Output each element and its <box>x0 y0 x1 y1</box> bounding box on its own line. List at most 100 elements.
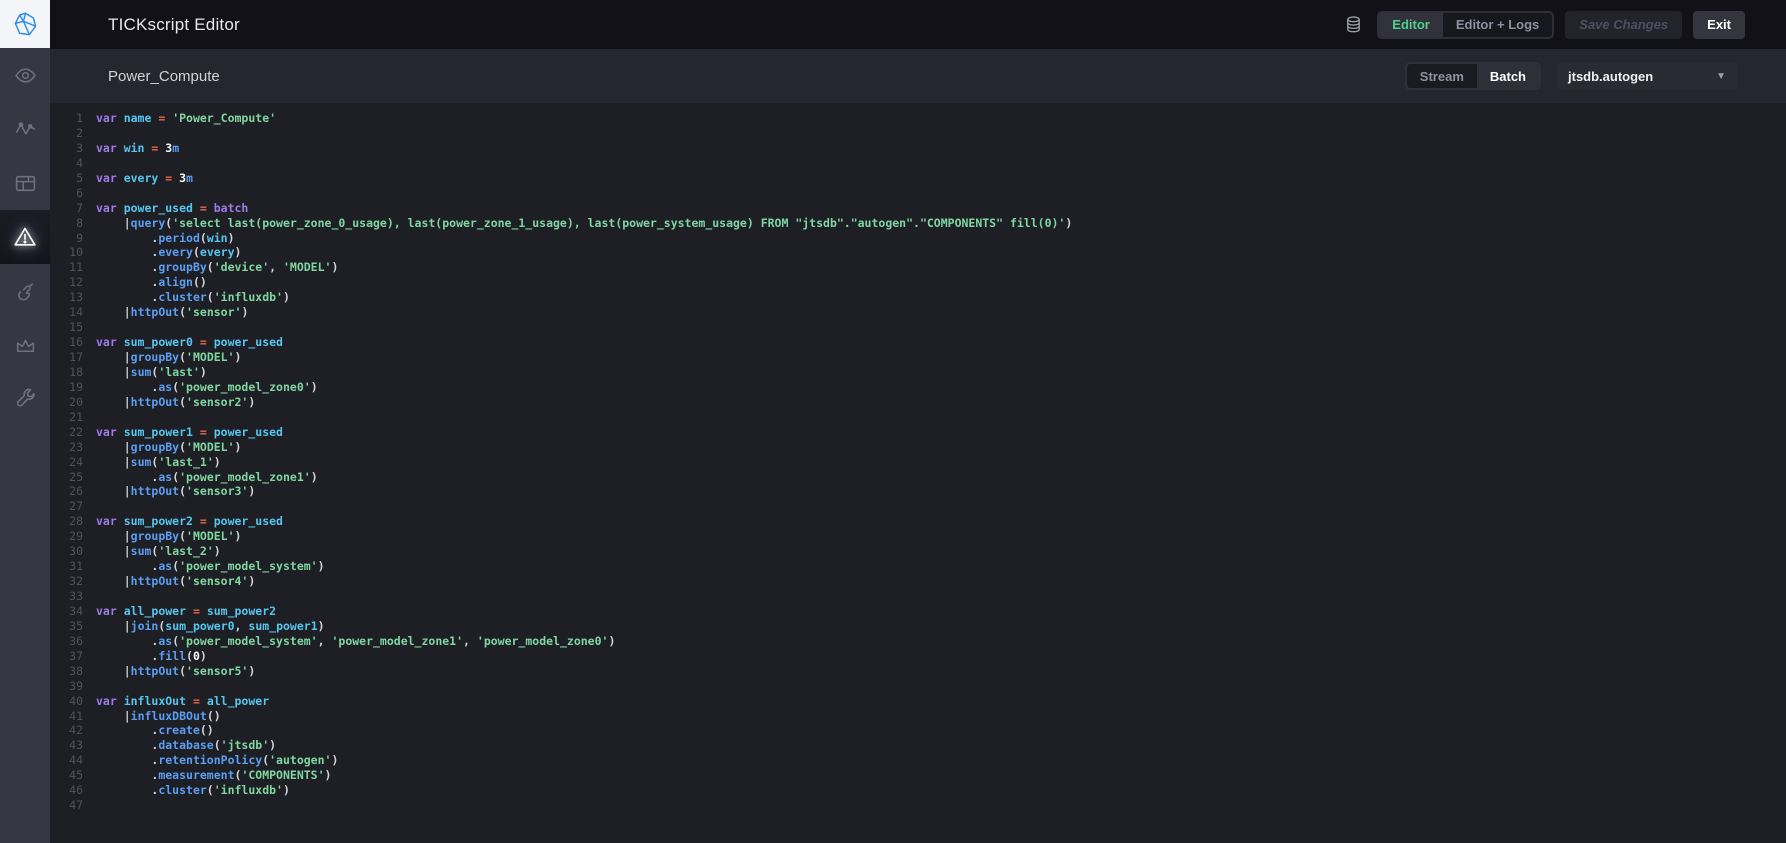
line-number: 25 <box>69 469 83 484</box>
code-line-text: .period(win) <box>151 230 235 245</box>
line-number: 3 <box>76 140 83 155</box>
sidebar-item-dashboards[interactable] <box>0 156 50 210</box>
code-line-text: var win = 3m <box>96 140 180 155</box>
code-line: 35 |join(sum_power0, sum_power1) <box>50 619 1786 634</box>
line-number: 2 <box>76 125 83 140</box>
code-line-text: .as('power_model_zone0') <box>151 379 318 394</box>
mode-toggle: Stream Batch <box>1404 62 1541 90</box>
code-line-text: var sum_power0 = power_used <box>96 335 283 350</box>
code-line: 46 .cluster('influxdb') <box>50 783 1786 798</box>
crown-icon <box>14 334 37 357</box>
line-number: 17 <box>69 350 83 364</box>
code-line-text: .fill(0) <box>151 648 207 663</box>
tab-editor-logs[interactable]: Editor + Logs <box>1443 13 1552 37</box>
tab-batch[interactable]: Batch <box>1476 64 1539 88</box>
line-number: 46 <box>69 783 83 798</box>
line-number: 21 <box>69 409 83 424</box>
sidebar-item-status[interactable] <box>0 48 50 102</box>
code-line: 32 |httpOut('sensor4') <box>50 574 1786 589</box>
sidebar-item-data-explorer[interactable] <box>0 102 50 156</box>
pulse-graph-icon <box>14 118 37 141</box>
view-toggle: Editor Editor + Logs <box>1377 10 1555 39</box>
code-line-text: |influxDBOut() <box>123 708 221 723</box>
line-number: 13 <box>69 290 83 305</box>
line-number: 45 <box>69 768 83 783</box>
code-line-text: var sum_power1 = power_used <box>96 424 283 439</box>
code-line: 13 .cluster('influxdb') <box>50 290 1786 305</box>
code-line: 21 <box>50 410 1786 425</box>
sidebar-item-alerting[interactable] <box>0 210 50 264</box>
code-line-text: |httpOut('sensor3') <box>123 484 256 499</box>
line-number: 6 <box>76 185 83 200</box>
code-line-text: .every(every) <box>151 245 242 260</box>
code-line: 29 |groupBy('MODEL') <box>50 529 1786 544</box>
save-changes-button[interactable]: Save Changes <box>1565 10 1683 39</box>
code-area[interactable]: 1 var name = 'Power_Compute' 2 3 var win = 3… <box>50 103 1786 843</box>
code-line-text: .align() <box>151 275 207 290</box>
sidebar-item-admin[interactable] <box>0 318 50 372</box>
line-number: 4 <box>76 155 83 170</box>
database-icon[interactable] <box>1344 15 1363 34</box>
code-line: 5 var every = 3m <box>50 171 1786 186</box>
code-line-text: var power_used = batch <box>96 200 249 215</box>
code-line: 11 .groupBy('device', 'MODEL') <box>50 260 1786 275</box>
code-line: 9 .period(win) <box>50 231 1786 246</box>
code-line: 22 var sum_power1 = power_used <box>50 425 1786 440</box>
code-line-text: var sum_power2 = power_used <box>96 514 283 529</box>
line-number: 16 <box>69 335 83 350</box>
code-line: 38 |httpOut('sensor5') <box>50 664 1786 679</box>
alert-triangle-icon <box>13 225 37 249</box>
tab-stream[interactable]: Stream <box>1407 64 1477 88</box>
code-line-text: .cluster('influxdb') <box>151 290 290 305</box>
line-number: 42 <box>69 723 83 738</box>
code-line-text: |sum('last') <box>123 364 207 379</box>
sidebar-item-integrations[interactable] <box>0 264 50 318</box>
chronograf-logo-icon[interactable] <box>0 0 50 48</box>
code-line-text: |httpOut('sensor2') <box>123 394 256 409</box>
code-line-text: |groupBy('MODEL') <box>123 350 242 364</box>
code-line: 25 .as('power_model_zone1') <box>50 470 1786 485</box>
line-number: 11 <box>69 260 83 275</box>
code-line: 23 |groupBy('MODEL') <box>50 440 1786 455</box>
code-line: 19 .as('power_model_zone0') <box>50 380 1786 395</box>
line-number: 34 <box>69 603 83 618</box>
code-line-text: |httpOut('sensor5') <box>123 663 256 678</box>
code-line: 24 |sum('last_1') <box>50 455 1786 470</box>
code-line: 6 <box>50 186 1786 201</box>
line-number: 23 <box>69 439 83 454</box>
code-line: 31 .as('power_model_system') <box>50 559 1786 574</box>
code-line: 20 |httpOut('sensor2') <box>50 395 1786 410</box>
code-line: 43 .database('jtsdb') <box>50 738 1786 753</box>
code-line: 45 .measurement('COMPONENTS') <box>50 768 1786 783</box>
code-line-text: var name = 'Power_Compute' <box>96 111 277 125</box>
hand-gesture-icon <box>14 280 37 303</box>
line-number: 1 <box>76 111 83 125</box>
line-number: 8 <box>76 215 83 230</box>
line-number: 20 <box>69 394 83 409</box>
script-controls: Stream Batch jtsdb.autogen ▼ <box>1404 62 1737 90</box>
sidebar-nav <box>0 48 50 426</box>
code-line-text: .groupBy('device', 'MODEL') <box>151 260 339 275</box>
exit-button[interactable]: Exit <box>1693 10 1745 39</box>
code-line-text: .cluster('influxdb') <box>151 783 290 798</box>
dashboard-grid-icon <box>14 172 37 195</box>
script-name[interactable]: Power_Compute <box>108 68 220 85</box>
code-line: 2 <box>50 126 1786 141</box>
code-line: 36 .as('power_model_system', 'power_mode… <box>50 634 1786 649</box>
line-number: 27 <box>69 499 83 514</box>
code-line: 34 var all_power = sum_power2 <box>50 604 1786 619</box>
database-dropdown[interactable]: jtsdb.autogen ▼ <box>1557 62 1737 90</box>
line-number: 38 <box>69 663 83 678</box>
tab-editor[interactable]: Editor <box>1379 12 1443 37</box>
top-header: TICKscript Editor Editor Editor + Logs S… <box>50 0 1786 49</box>
line-number: 12 <box>69 275 83 290</box>
code-line-text: |groupBy('MODEL') <box>123 529 242 544</box>
code-line: 28 var sum_power2 = power_used <box>50 514 1786 529</box>
code-line: 15 <box>50 320 1786 335</box>
code-line-text: |httpOut('sensor4') <box>123 574 256 589</box>
line-number: 39 <box>69 678 83 693</box>
sidebar-item-configuration[interactable] <box>0 372 50 426</box>
line-number: 37 <box>69 648 83 663</box>
code-line: 47 <box>50 798 1786 813</box>
header-controls: Editor Editor + Logs Save Changes Exit <box>1344 10 1745 39</box>
